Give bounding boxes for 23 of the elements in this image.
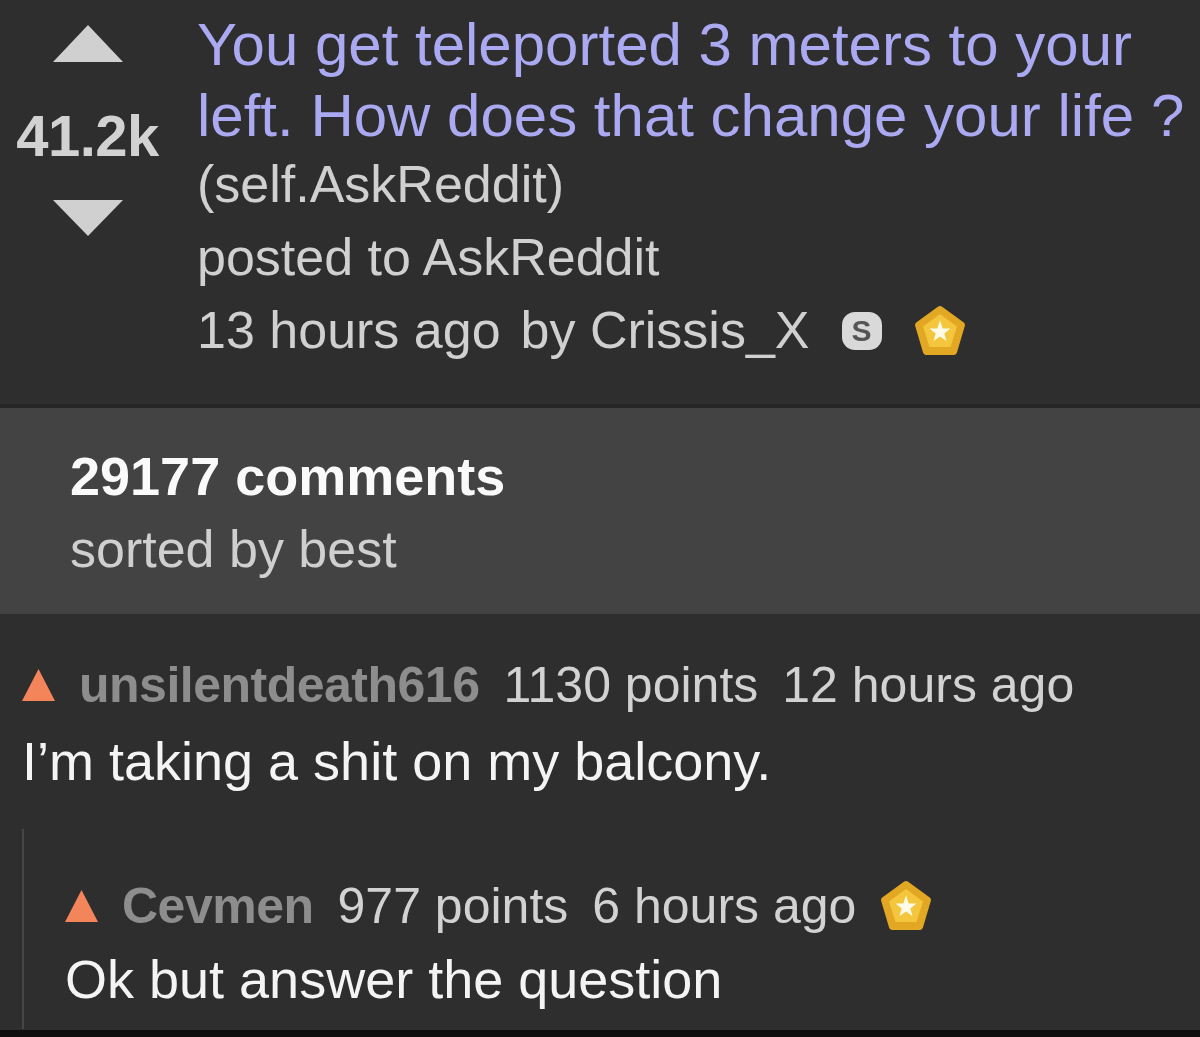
vote-arrow-icon[interactable] — [65, 890, 98, 922]
downvote-icon[interactable] — [52, 200, 123, 236]
comment-points: 977 points — [337, 877, 569, 935]
comment-author[interactable]: Cevmen — [122, 877, 314, 935]
comment-time: 12 hours ago — [782, 656, 1075, 714]
post-time: 13 hours ago — [197, 300, 501, 361]
post-author[interactable]: by Crissis_X — [520, 294, 810, 367]
comment-time: 6 hours ago — [592, 877, 857, 935]
comment-count: 29177 comments — [70, 445, 506, 508]
posted-subreddit: posted to AskReddit — [197, 227, 660, 288]
upvote-icon[interactable] — [52, 25, 123, 62]
comment-author[interactable]: unsilentdeath616 — [79, 656, 480, 714]
letter-badge: S — [841, 311, 882, 350]
vote-score: 41.2k — [16, 107, 159, 165]
comment-body: Ok but answer the question — [65, 948, 724, 1011]
sort-label[interactable]: sorted by best — [70, 513, 397, 586]
star-award-icon — [880, 880, 933, 932]
vote-arrow-icon[interactable] — [22, 669, 55, 701]
star-award-icon — [913, 304, 966, 357]
comment-body: I’m taking a shit on my balcony. — [22, 730, 773, 793]
comment-points: 1130 points — [503, 656, 759, 714]
post-domain: (self.AskReddit) — [197, 154, 564, 215]
post-title[interactable]: You get teleported 3 meters to your left. How does that change your life ? — [197, 9, 1200, 151]
